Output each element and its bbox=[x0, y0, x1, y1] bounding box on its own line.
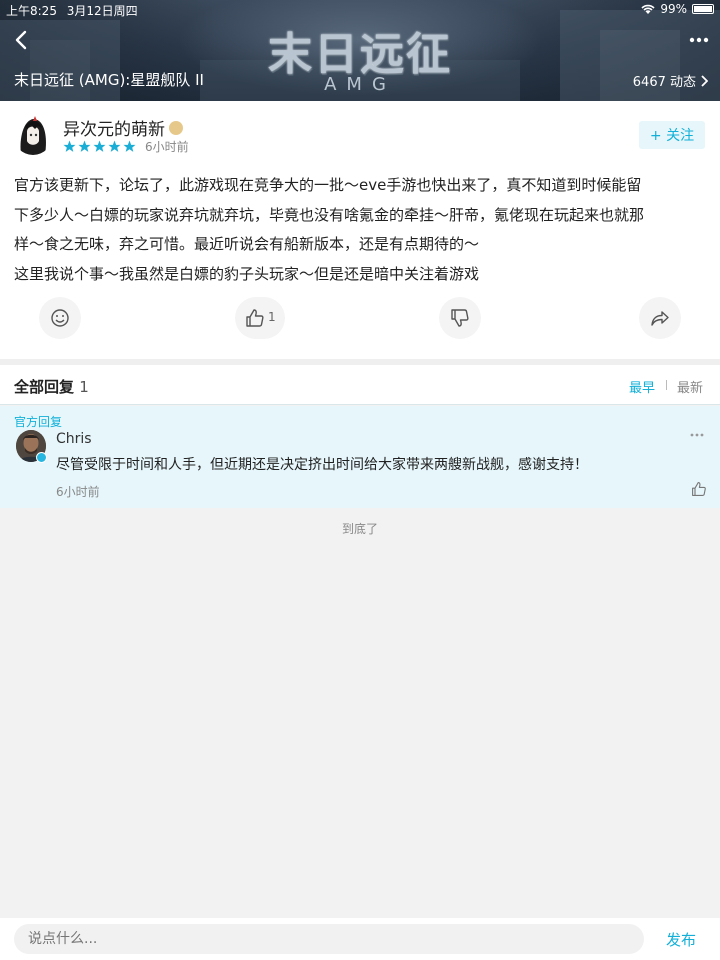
sort-divider bbox=[666, 380, 667, 390]
star-icon bbox=[78, 140, 91, 152]
sort-earliest-tab[interactable]: 最早 bbox=[629, 377, 655, 396]
post-body-line: 下多少人～白嫖的玩家说弃坑就弃坑，毕竟也没有啥氪金的牵挂～肝帝，氪佬现在玩起来也… bbox=[14, 205, 645, 224]
like-button[interactable] bbox=[235, 297, 285, 339]
post-body-line: 官方该更新下，论坛了，此游戏现在竞争大的一批～eve手游也快出来了，真不知道到时… bbox=[14, 176, 642, 194]
status-bar: 上午8:25 3月12日周四 99% bbox=[0, 0, 720, 20]
battery-icon bbox=[692, 4, 714, 14]
share-icon bbox=[651, 311, 669, 326]
dynamics-count: 6467 动态 bbox=[632, 75, 696, 90]
star-icon bbox=[108, 140, 121, 152]
replies-title: 全部回复 1 bbox=[14, 376, 89, 397]
reply-more-button[interactable] bbox=[690, 425, 704, 441]
post-time: 6小时前 bbox=[145, 140, 189, 154]
publish-button[interactable]: 发布 bbox=[666, 929, 696, 950]
dynamics-link[interactable]: 6467 动态 bbox=[633, 71, 708, 90]
chevron-left-icon bbox=[15, 30, 27, 50]
sort-latest-tab[interactable]: 最新 bbox=[677, 377, 703, 396]
post-card: 异次元的萌新 6小时前 + 关注 官方该更新下，论坛了，此游戏现在竞争大的一批～… bbox=[0, 101, 720, 359]
thumbs-up-icon bbox=[246, 309, 264, 327]
end-of-list-label: 到底了 bbox=[341, 522, 378, 536]
reply-like-button[interactable] bbox=[691, 481, 707, 497]
emoji-button[interactable] bbox=[39, 297, 81, 339]
status-time: 上午8:25 bbox=[6, 4, 57, 18]
thumbs-down-icon bbox=[451, 309, 469, 327]
star-icon bbox=[123, 140, 136, 152]
verified-icon bbox=[36, 452, 47, 463]
status-date: 3月12日周四 bbox=[66, 4, 138, 18]
comment-input[interactable] bbox=[14, 924, 644, 954]
battery-percent: 99% bbox=[660, 2, 687, 16]
avatar[interactable] bbox=[13, 113, 53, 155]
game-banner: 上午8:25 3月12日周四 99% 末日远征 AMG 末日远征 (AMG):星… bbox=[0, 0, 720, 101]
star-icon bbox=[63, 140, 76, 152]
rating-stars bbox=[63, 140, 136, 153]
username-text: 异次元的萌新 bbox=[63, 120, 165, 140]
game-name[interactable]: 末日远征 (AMG):星盟舰队 II bbox=[14, 69, 204, 90]
level-badge-icon bbox=[169, 120, 183, 135]
replies-count: 1 bbox=[79, 378, 89, 396]
more-button[interactable] bbox=[688, 30, 710, 50]
more-dots-icon bbox=[690, 433, 704, 437]
share-button[interactable] bbox=[639, 297, 681, 339]
post-actions: 1 bbox=[0, 297, 720, 339]
reply-text: 尽管受限于时间和人手，但近期还是决定挤出时间给大家带来两艘新战舰，感谢支持！ bbox=[56, 457, 588, 473]
wifi-icon bbox=[641, 4, 655, 14]
reply-username[interactable]: Chris bbox=[56, 431, 92, 447]
replies-title-text: 全部回复 bbox=[14, 378, 75, 396]
comment-bar: 发布 bbox=[0, 918, 720, 960]
game-logo-cn: 末日远征 bbox=[268, 30, 452, 79]
thumbs-up-icon bbox=[692, 482, 706, 496]
chevron-right-icon bbox=[701, 74, 708, 87]
official-reply-tag: 官方回复 bbox=[14, 415, 63, 429]
post-body: 官方该更新下，论坛了，此游戏现在竞争大的一批～eve手游也快出来了，真不知道到时… bbox=[14, 171, 708, 289]
follow-button[interactable]: + 关注 bbox=[639, 121, 705, 149]
reply-item: 官方回复 Chris 尽管受限于时间和人手，但近期还是决定挤出时间给大家带来两艘… bbox=[0, 406, 720, 508]
more-dots-icon bbox=[689, 37, 709, 43]
like-count: 1 bbox=[268, 310, 276, 324]
reply-time: 6小时前 bbox=[56, 485, 100, 499]
game-logo: 末日远征 AMG bbox=[240, 18, 480, 95]
smiley-icon bbox=[51, 309, 69, 327]
replies-header: 全部回复 1 最早 最新 bbox=[0, 365, 720, 405]
post-body-line: 样～食之无味，弃之可惜。最近听说会有船新版本，还是有点期待的～ bbox=[14, 235, 480, 253]
back-button[interactable] bbox=[10, 28, 34, 52]
star-icon bbox=[93, 140, 106, 152]
user-avatar-image bbox=[13, 113, 53, 155]
username[interactable]: 异次元的萌新 bbox=[63, 115, 183, 140]
post-body-line: 这里我说个事～我虽然是白嫖的豹子头玩家～但是还是暗中关注着游戏 bbox=[14, 264, 480, 283]
dislike-button[interactable] bbox=[439, 297, 481, 339]
